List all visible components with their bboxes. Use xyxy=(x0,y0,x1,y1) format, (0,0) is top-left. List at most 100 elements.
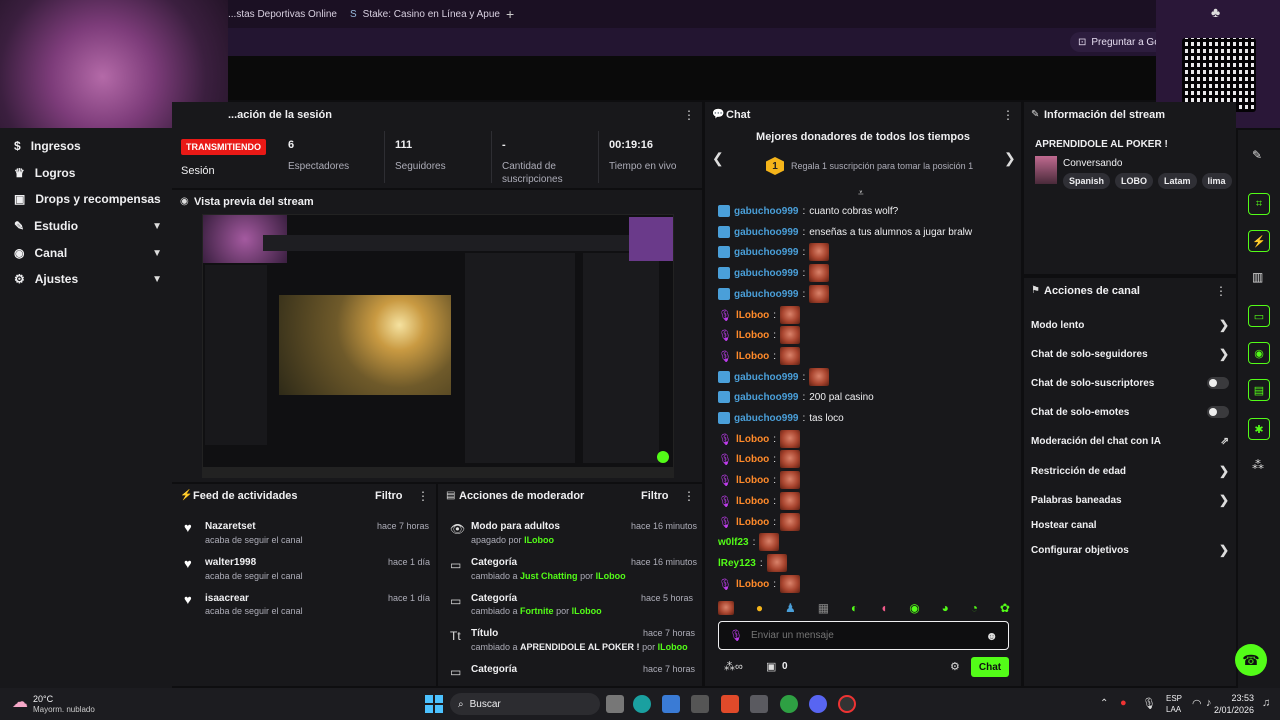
emote-button[interactable]: ◉ xyxy=(909,601,919,615)
new-tab-plus-icon[interactable]: + xyxy=(506,6,514,22)
pin-icon[interactable]: ⩡ xyxy=(858,188,864,199)
store-icon[interactable] xyxy=(691,695,709,713)
browser-tab[interactable]: ...stas Deportivas Online | Ap ✕ xyxy=(228,4,340,24)
support-button[interactable]: ☎ xyxy=(1235,644,1267,676)
pencil-icon[interactable]: ✎ xyxy=(1252,148,1262,162)
emote-button[interactable] xyxy=(718,601,734,615)
more-icon[interactable]: ⋮ xyxy=(1215,284,1227,298)
expand-icon[interactable]: ⌗ xyxy=(1248,193,1270,215)
chat-username[interactable]: lRey123 xyxy=(718,558,756,569)
lang-1[interactable]: ESP xyxy=(1166,694,1182,703)
chat-input-box[interactable]: 🎙 ☻ xyxy=(718,621,1009,650)
activity-filter-button[interactable]: Filtro xyxy=(375,490,403,502)
more-icon[interactable]: ⋮ xyxy=(417,489,429,503)
emote-button[interactable]: ▦ xyxy=(818,601,829,615)
emote-button[interactable]: ♟ xyxy=(785,601,796,615)
chat-username[interactable]: gabuchoo999 xyxy=(734,372,798,383)
emote-button[interactable]: ◐ xyxy=(851,601,858,615)
sidebar-item-logros[interactable]: ♛ Logros xyxy=(14,162,162,184)
users-icon[interactable]: ⁂ xyxy=(1252,458,1264,472)
bell-icon[interactable]: ♫ xyxy=(1262,697,1270,709)
chevron-up-icon[interactable]: ⌃ xyxy=(1100,698,1108,709)
chevron-left-icon[interactable]: ❮ xyxy=(712,150,724,167)
broadcast-icon[interactable]: ◉ xyxy=(1248,342,1270,364)
chat-username[interactable]: lLoboo xyxy=(736,579,769,590)
more-icon[interactable]: ⋮ xyxy=(1002,108,1014,122)
chat-username[interactable]: lLoboo xyxy=(736,517,769,528)
action-moderacion-ia[interactable]: Moderación del chat con IA ⇗ xyxy=(1031,432,1229,450)
toggle-switch[interactable] xyxy=(1207,406,1229,418)
emote-button[interactable]: ● xyxy=(756,601,763,615)
bolt-icon[interactable]: ⚡ xyxy=(1248,230,1270,252)
chat-username[interactable]: gabuchoo999 xyxy=(734,206,798,217)
emote-button[interactable]: ✿ xyxy=(1000,601,1010,615)
toggle-switch[interactable] xyxy=(1207,377,1229,389)
chat-username[interactable]: gabuchoo999 xyxy=(734,268,798,279)
chat-username[interactable]: gabuchoo999 xyxy=(734,413,798,424)
action-restriccion-edad[interactable]: Restricción de edad ❯ xyxy=(1031,462,1229,480)
sidebar-item-ajustes[interactable]: ⚙ Ajustes ▼ xyxy=(14,268,162,290)
chat-username[interactable]: lLoboo xyxy=(736,496,769,507)
sidebar-item-estudio[interactable]: ✎ Estudio ▼ xyxy=(14,215,162,237)
mod-filter-button[interactable]: Filtro xyxy=(641,490,669,502)
gift-icon[interactable]: ▣ xyxy=(766,660,776,673)
chat-username[interactable]: w0lf23 xyxy=(718,537,749,548)
chevron-right-icon[interactable]: ❯ xyxy=(1004,150,1016,167)
feed-user[interactable]: isaacrear xyxy=(205,593,249,604)
notepad-icon[interactable] xyxy=(662,695,680,713)
edge-icon[interactable] xyxy=(633,695,651,713)
stream-preview-video[interactable] xyxy=(202,214,674,478)
wifi-icon[interactable]: ◠ xyxy=(1192,697,1202,710)
brave-icon[interactable] xyxy=(721,695,739,713)
wrench-icon[interactable]: ✱ xyxy=(1248,418,1270,440)
chat-username[interactable]: lLoboo xyxy=(736,351,769,362)
sidebar-item-drops[interactable]: ▣ Drops y recompensas xyxy=(14,188,162,210)
action-solo-seguidores[interactable]: Chat de solo-seguidores ❯ xyxy=(1031,345,1229,363)
feed-user[interactable]: walter1998 xyxy=(205,557,256,568)
lang-2[interactable]: LAA xyxy=(1166,705,1181,714)
action-configurar-objetivos[interactable]: Configurar objetivos ❯ xyxy=(1031,541,1229,559)
chat-username[interactable]: gabuchoo999 xyxy=(734,227,798,238)
emote-button[interactable]: ◕ xyxy=(942,601,949,615)
emoji-icon[interactable]: ☻ xyxy=(985,629,998,643)
chat-username[interactable]: gabuchoo999 xyxy=(734,392,798,403)
chat-message: w0lf23: xyxy=(718,533,780,551)
chat-input[interactable] xyxy=(750,630,978,641)
windows-start-icon[interactable] xyxy=(425,695,443,713)
discord-icon[interactable] xyxy=(809,695,827,713)
chat-username[interactable]: lLoboo xyxy=(736,330,769,341)
users-icon[interactable]: ⁂∞ xyxy=(724,660,743,673)
feed-user[interactable]: Nazaretset xyxy=(205,521,256,532)
chrome-icon[interactable] xyxy=(780,695,798,713)
preview-actions xyxy=(583,253,659,463)
mic-icon[interactable]: 🎙 xyxy=(1142,697,1156,710)
chat-username[interactable]: lLoboo xyxy=(736,454,769,465)
browser-tab[interactable]: S Stake: Casino en Línea y Apues ✕ xyxy=(350,4,500,24)
layout-icon[interactable]: ▤ xyxy=(1248,379,1270,401)
chat-username[interactable]: gabuchoo999 xyxy=(734,247,798,258)
mod-action-by: lLoboo xyxy=(595,571,626,581)
action-hostear-canal[interactable]: Hostear canal xyxy=(1031,516,1229,534)
settings-icon[interactable]: ⚙ xyxy=(950,660,960,673)
emote-button[interactable]: ◔ xyxy=(971,601,978,615)
sidebar-item-canal[interactable]: ◉ Canal ▼ xyxy=(14,242,162,264)
chat-username[interactable]: lLoboo xyxy=(736,310,769,321)
calculator-icon[interactable] xyxy=(750,695,768,713)
chat-send-button[interactable]: Chat xyxy=(971,657,1009,677)
chat-username[interactable]: lLoboo xyxy=(736,434,769,445)
chat-icon[interactable]: ▭ xyxy=(1248,305,1270,327)
sidebar-item-ingresos[interactable]: $ Ingresos xyxy=(14,135,162,157)
task-view-icon[interactable] xyxy=(606,695,624,713)
action-modo-lento[interactable]: Modo lento ❯ xyxy=(1031,316,1229,334)
obs-icon[interactable] xyxy=(838,695,856,713)
action-palabras-baneadas[interactable]: Palabras baneadas ❯ xyxy=(1031,491,1229,509)
more-icon[interactable]: ⋮ xyxy=(683,489,695,503)
clipboard-icon[interactable]: ▥ xyxy=(1252,270,1263,284)
more-icon[interactable]: ⋮ xyxy=(683,108,695,122)
chat-username[interactable]: lLoboo xyxy=(736,475,769,486)
tray-icon[interactable]: ● xyxy=(1120,697,1127,709)
feed-text: acaba de seguir el canal xyxy=(205,535,303,545)
taskbar-search[interactable]: ⌕ Buscar xyxy=(450,693,600,715)
chat-username[interactable]: gabuchoo999 xyxy=(734,289,798,300)
emote-button[interactable]: ◖ xyxy=(880,601,887,615)
